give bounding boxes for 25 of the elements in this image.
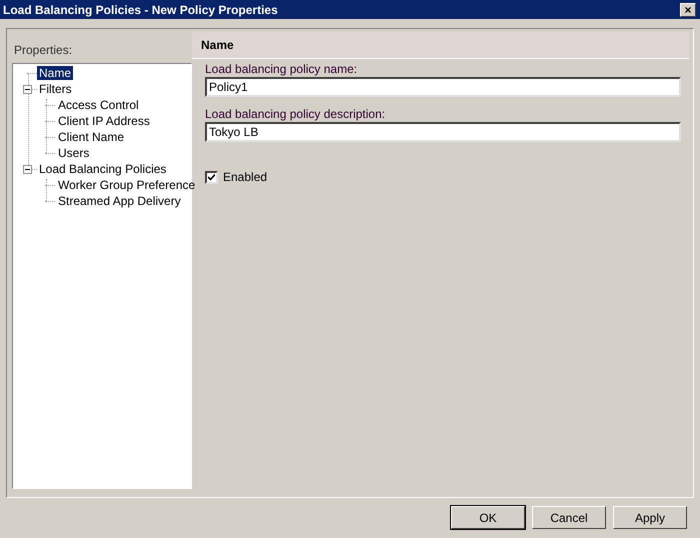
checkbox-label: Enabled (223, 169, 268, 186)
text-field[interactable]: Policy1 (205, 77, 681, 97)
tree-item[interactable]: Filters (37, 82, 74, 96)
collapse-toggle[interactable] (23, 165, 32, 174)
properties-label: Properties: (14, 42, 74, 59)
dialog-button[interactable]: Cancel (532, 506, 606, 529)
text-field[interactable]: Tokyo LB (205, 122, 681, 142)
section-title: Name (201, 37, 234, 54)
check-icon (208, 174, 215, 180)
field-label: Load balancing policy description: (205, 107, 386, 122)
tree-item[interactable]: Name (37, 66, 74, 80)
tree-item[interactable]: Load Balancing Policies (37, 162, 168, 176)
dialog-button[interactable]: OK (451, 506, 525, 529)
tree-item[interactable]: Client Name (56, 130, 126, 144)
tree-item[interactable]: Client IP Address (56, 114, 152, 128)
close-button[interactable]: × (680, 2, 696, 16)
tree-item[interactable]: Worker Group Preference (56, 178, 198, 192)
dialog-button[interactable]: Apply (613, 506, 687, 529)
window-title: Load Balancing Policies - New Policy Properties (3, 2, 278, 18)
collapse-toggle[interactable] (23, 85, 32, 94)
tree-item[interactable]: Access Control (56, 98, 141, 112)
tree-item[interactable]: Users (56, 146, 92, 160)
field-label: Load balancing policy name: (205, 62, 358, 77)
enabled-checkbox[interactable] (205, 170, 218, 184)
tree-item[interactable]: Streamed App Delivery (56, 194, 183, 208)
